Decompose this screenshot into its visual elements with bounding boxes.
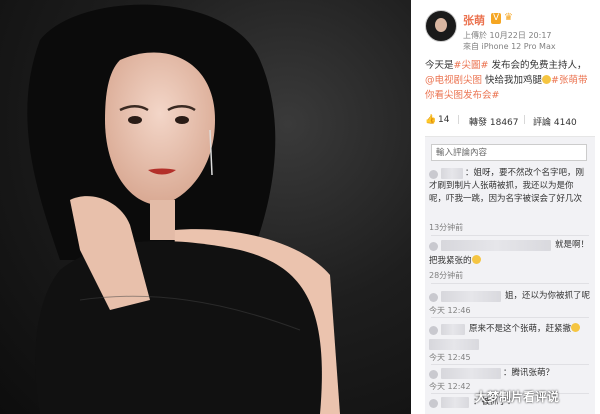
comment-time: 今天 12:42 bbox=[429, 382, 471, 391]
watermark-text: 大梦制片看评说 bbox=[475, 390, 560, 404]
action-divider: | bbox=[457, 115, 461, 125]
comment-time: 28分钟前 bbox=[429, 271, 464, 280]
commenter-avatar[interactable] bbox=[429, 399, 438, 408]
verified-badge-icon: V bbox=[491, 13, 502, 24]
commenter-avatar[interactable] bbox=[429, 370, 438, 379]
post-text-part: 快给我加鸡腿 bbox=[482, 75, 543, 86]
comment-time: 今天 12:45 bbox=[429, 353, 471, 362]
mention-link[interactable]: @电视剧尖图 bbox=[425, 75, 482, 86]
commenter-avatar[interactable] bbox=[429, 293, 438, 302]
post-text: 今天是#尖圖# 发布会的免费主持人，@电视剧尖图 快给我加鸡腿 #张萌带你看尖图发… bbox=[425, 58, 595, 103]
emoji-icon bbox=[471, 255, 481, 264]
action-divider: | bbox=[523, 115, 527, 125]
comment-time: 今天 12:46 bbox=[429, 306, 471, 315]
comment-text-body: 原来不是这个张萌，赶紧撤 bbox=[469, 324, 572, 334]
comment-button[interactable]: 評論 4140 bbox=[533, 115, 577, 128]
comment-text: 姐，还以为你被抓了呢 bbox=[505, 291, 591, 301]
photo-illustration bbox=[27, 4, 340, 414]
reply-text: 把我紧张的 bbox=[429, 256, 472, 266]
emoji-icon bbox=[571, 323, 581, 332]
redacted-username bbox=[441, 291, 501, 302]
share-button[interactable]: 轉發 18467 bbox=[469, 115, 519, 128]
post-photo[interactable] bbox=[0, 0, 411, 414]
redacted-username bbox=[441, 397, 469, 408]
comment-text: ：腾讯张萌？ bbox=[503, 368, 555, 378]
post-device: 來自 iPhone 12 Pro Max bbox=[463, 42, 556, 51]
comment-time: 13分钟前 bbox=[429, 223, 464, 232]
comment-reply-text: 把我紧张的 bbox=[429, 255, 481, 268]
comment-text: 原来不是这个张萌，赶紧撤 bbox=[469, 323, 581, 336]
comment-divider bbox=[431, 235, 589, 236]
comment-divider bbox=[431, 317, 589, 318]
like-icon[interactable]: 👍 bbox=[425, 115, 436, 125]
comment-section: 輸入評論內容 ：姐呀，要不然改个名字吧，刚才刷到制片人张萌被抓，我还以为是你呢，… bbox=[425, 136, 595, 414]
weibo-post-panel: 张萌 V ♛ 上傳於 10月22日 20:17 來自 iPhone 12 Pro… bbox=[411, 0, 600, 414]
hashtag-link[interactable]: #尖圖# bbox=[454, 60, 489, 71]
post-text-part: 今天是 bbox=[425, 60, 454, 71]
comment-divider bbox=[431, 283, 589, 284]
post-actions: 👍 14 | 轉發 18467 | 評論 4140 bbox=[425, 113, 595, 129]
like-count[interactable]: 14 bbox=[438, 115, 449, 125]
vip-crown-icon: ♛ bbox=[504, 12, 513, 23]
commenter-avatar[interactable] bbox=[429, 326, 438, 335]
post-text-part: 发布会的免费主持人， bbox=[488, 60, 587, 71]
redacted-username bbox=[429, 339, 479, 350]
commenter-avatar[interactable] bbox=[429, 242, 438, 251]
emoji-icon bbox=[542, 75, 552, 84]
comment-text: ：姐呀，要不然改个名字吧，刚才刷到制片人张萌被抓，我还以为是你呢，吓我一跳，因为… bbox=[429, 168, 585, 204]
redacted-username bbox=[441, 240, 551, 251]
post-timestamp: 上傳於 10月22日 20:17 bbox=[463, 31, 552, 40]
user-avatar[interactable] bbox=[425, 10, 457, 42]
user-name[interactable]: 张萌 bbox=[463, 12, 485, 28]
comment-divider bbox=[431, 364, 589, 365]
redacted-username bbox=[441, 324, 465, 335]
comment-text: 就是啊！ bbox=[555, 240, 590, 250]
redacted-username bbox=[441, 368, 501, 379]
comment-input[interactable]: 輸入評論內容 bbox=[431, 144, 587, 161]
